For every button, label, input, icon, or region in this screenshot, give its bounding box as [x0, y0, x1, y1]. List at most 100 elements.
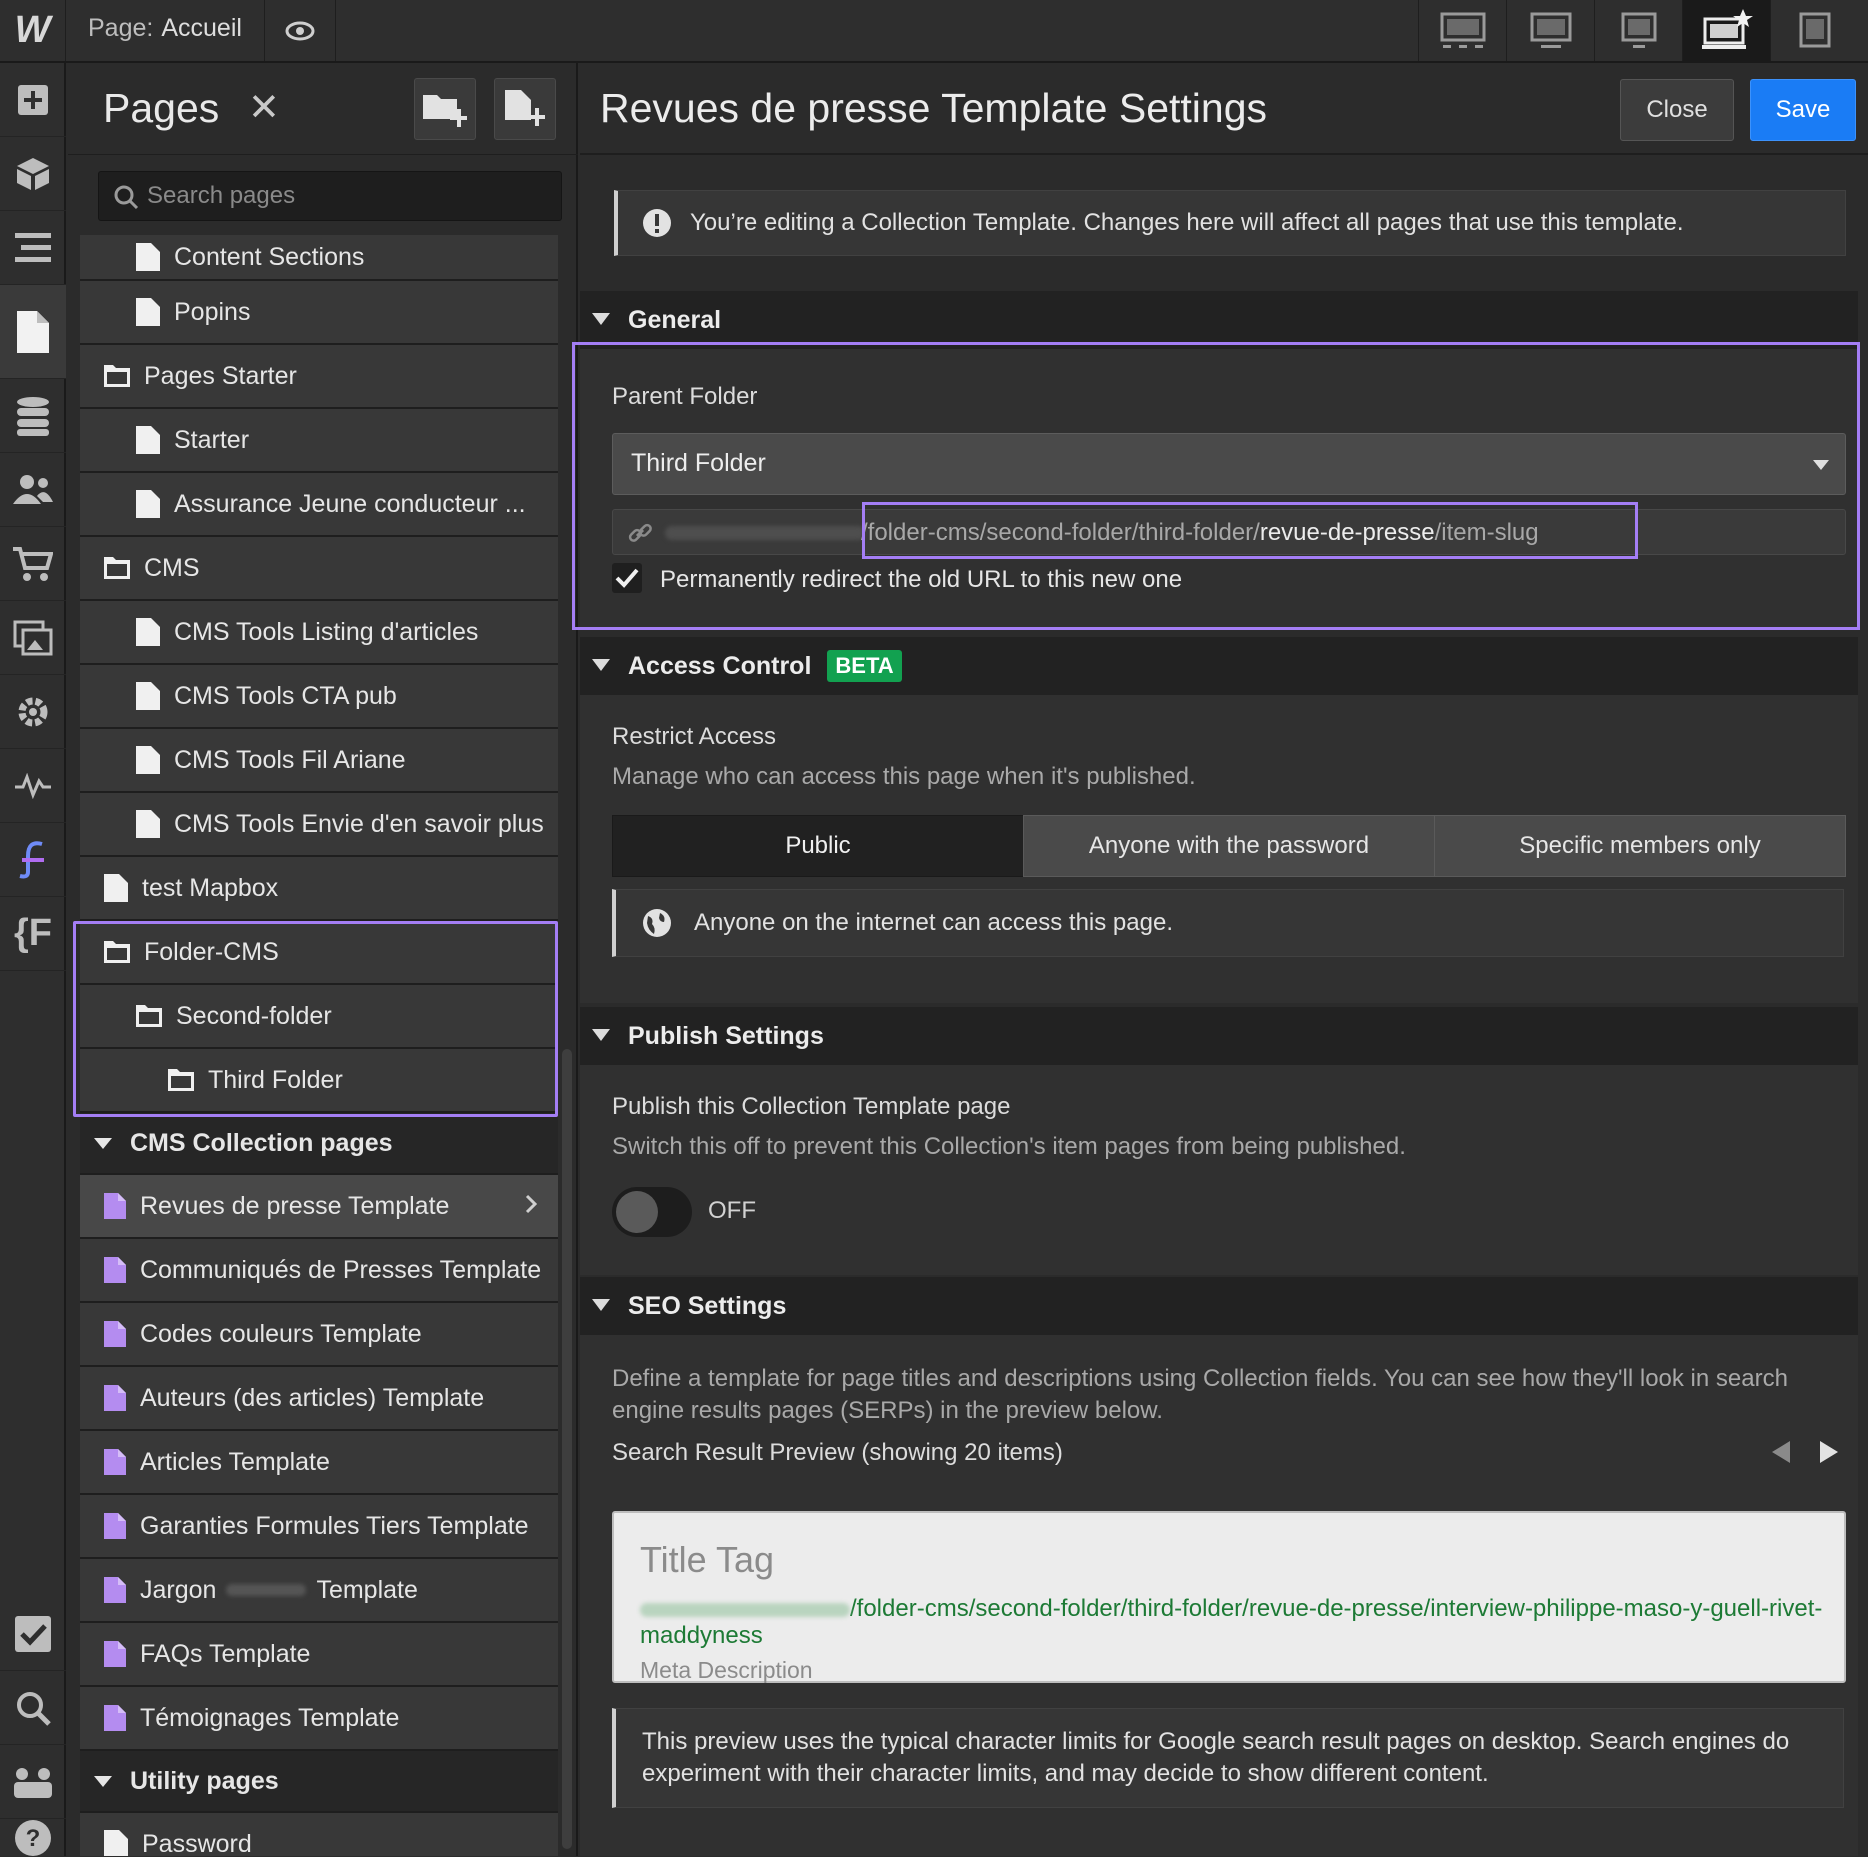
desktop-icon[interactable]: [1418, 0, 1506, 61]
globe-icon: [643, 909, 671, 937]
collection-page-icon: [104, 1513, 126, 1539]
collection-page-icon: [104, 1385, 126, 1411]
page-item-cms-tools-listing-d-articles[interactable]: CMS Tools Listing d'articles: [80, 601, 558, 665]
cms-template-item-revues-de-presse-template[interactable]: Revues de presse Template: [80, 1175, 558, 1239]
pages-icon[interactable]: [0, 285, 66, 379]
search-pages-field[interactable]: [98, 171, 562, 221]
activity-icon[interactable]: [0, 749, 66, 823]
preview-next-arrow-icon[interactable]: [1820, 1441, 1838, 1463]
cms-template-label: Auteurs (des articles) Template: [140, 1383, 485, 1412]
page-url-field[interactable]: /folder-cms/second-folder/third-folder/r…: [612, 509, 1846, 555]
current-page-indicator[interactable]: Page: Accueil: [88, 14, 242, 43]
url-path: /folder-cms/second-folder/third-folder/: [861, 519, 1260, 546]
page-item-cms-tools-cta-pub[interactable]: CMS Tools CTA pub: [80, 665, 558, 729]
publish-settings-section: Publish this Collection Template page Sw…: [580, 1065, 1858, 1275]
search-icon[interactable]: [0, 1671, 66, 1745]
utility-pages-section[interactable]: Utility pages: [80, 1751, 558, 1813]
pages-scrollbar[interactable]: [560, 235, 574, 1856]
utility-page-item-password[interactable]: Password: [80, 1813, 558, 1856]
cms-template-item-communiques-de-presses-template[interactable]: Communiqués de Presses Template: [80, 1239, 558, 1303]
access-info-box: Anyone on the internet can access this p…: [612, 889, 1844, 957]
page-item-label: Second-folder: [176, 1001, 332, 1030]
access-option-members[interactable]: Specific members only: [1434, 815, 1846, 877]
tablet-landscape-icon[interactable]: [1506, 0, 1594, 61]
cms-template-label: Garanties Formules Tiers Template: [140, 1511, 529, 1540]
folder-item-pages-starter[interactable]: Pages Starter: [80, 345, 558, 409]
chevron-right-icon[interactable]: [524, 1193, 538, 1222]
publish-settings-section-header[interactable]: Publish Settings: [580, 1007, 1858, 1065]
page-icon: [136, 243, 160, 271]
page-icon: [104, 1830, 128, 1856]
redirect-checkbox[interactable]: [612, 563, 642, 593]
page-item-cms-tools-envie-d-en-savoir-plus[interactable]: CMS Tools Envie d'en savoir plus: [80, 793, 558, 857]
page-item-label: Content Sections: [174, 242, 365, 271]
finsweet-icon[interactable]: [0, 823, 66, 897]
variables-icon[interactable]: {F: [0, 897, 66, 971]
close-icon[interactable]: ✕: [248, 85, 280, 130]
settings-icon[interactable]: [0, 675, 66, 749]
page-item-content-sections[interactable]: Content Sections: [80, 235, 558, 281]
parent-folder-select[interactable]: Third Folder: [612, 433, 1846, 495]
folder-item-cms[interactable]: CMS: [80, 537, 558, 601]
restrict-access-description: Manage who can access this page when it'…: [612, 763, 1196, 790]
base-desktop-icon[interactable]: [1682, 0, 1770, 61]
cms-template-label: Témoignages Template: [140, 1703, 400, 1732]
new-page-button[interactable]: [494, 78, 556, 140]
access-option-password[interactable]: Anyone with the password: [1023, 815, 1435, 877]
search-pages-input[interactable]: [147, 172, 547, 220]
cms-template-item-garanties-formules-tiers-template[interactable]: Garanties Formules Tiers Template: [80, 1495, 558, 1559]
cms-collection-pages-section[interactable]: CMS Collection pages: [80, 1113, 558, 1175]
folder-item-folder-cms[interactable]: Folder-CMS: [80, 921, 558, 985]
close-button[interactable]: Close: [1620, 79, 1734, 141]
cms-template-item-articles-template[interactable]: Articles Template: [80, 1431, 558, 1495]
tablet-icon[interactable]: [1594, 0, 1682, 61]
collection-page-icon: [104, 1321, 126, 1347]
page-item-starter[interactable]: Starter: [80, 409, 558, 473]
access-control-section: Restrict Access Manage who can access th…: [580, 695, 1858, 1003]
cms-template-item-temoignages-template[interactable]: Témoignages Template: [80, 1687, 558, 1751]
scrollbar-thumb[interactable]: [562, 1049, 572, 1849]
add-icon[interactable]: [0, 63, 66, 137]
new-folder-button[interactable]: [414, 78, 476, 140]
access-control-section-header[interactable]: Access Control BETA: [580, 637, 1858, 695]
cms-icon[interactable]: [0, 379, 66, 453]
folder-icon: [104, 941, 130, 963]
mobile-icon[interactable]: [1770, 0, 1858, 61]
webflow-logo[interactable]: W: [0, 0, 66, 61]
page-icon: [136, 682, 160, 710]
cms-template-item-codes-couleurs-template[interactable]: Codes couleurs Template: [80, 1303, 558, 1367]
save-button[interactable]: Save: [1750, 79, 1856, 141]
assets-icon[interactable]: [0, 601, 66, 675]
preview-prev-arrow-icon[interactable]: [1772, 1441, 1790, 1463]
pages-list: Content Sections Popins Pages Starter Start…: [80, 235, 558, 1856]
collaborators-icon[interactable]: [0, 1745, 66, 1819]
folder-item-third-folder[interactable]: Third Folder: [80, 1049, 558, 1113]
page-item-test-mapbox[interactable]: test Mapbox: [80, 857, 558, 921]
help-icon[interactable]: ?: [0, 1819, 66, 1856]
navigator-icon[interactable]: [0, 211, 66, 285]
toggle-knob: [616, 1191, 658, 1233]
access-option-public[interactable]: Public: [612, 815, 1024, 877]
users-icon[interactable]: [0, 453, 66, 527]
page-item-popins[interactable]: Popins: [80, 281, 558, 345]
folder-item-second-folder[interactable]: Second-folder: [80, 985, 558, 1049]
page-item-label: CMS Tools Envie d'en savoir plus: [174, 809, 544, 838]
preview-eye-icon[interactable]: [264, 0, 336, 61]
page-icon: [136, 490, 160, 518]
page-item-label: CMS Tools Fil Ariane: [174, 745, 406, 774]
page-item-assurance-jeune-conducteur[interactable]: Assurance Jeune conducteur ...: [80, 473, 558, 537]
cms-template-item-jargon[interactable]: Jargon Template: [80, 1559, 558, 1623]
seo-settings-section-header[interactable]: SEO Settings: [580, 1277, 1858, 1335]
cms-template-item-faqs-template[interactable]: FAQs Template: [80, 1623, 558, 1687]
cube-icon[interactable]: [0, 137, 66, 211]
publish-toggle[interactable]: [612, 1187, 692, 1237]
page-item-label: CMS: [144, 553, 200, 582]
page-item-label: Starter: [174, 425, 250, 454]
seo-description: Define a template for page titles and de…: [612, 1365, 1788, 1424]
cms-template-item-auteurs-des-articles-template[interactable]: Auteurs (des articles) Template: [80, 1367, 558, 1431]
tasks-icon[interactable]: [0, 1597, 66, 1671]
ecommerce-icon[interactable]: [0, 527, 66, 601]
general-section-header[interactable]: General: [580, 291, 1858, 349]
page-item-cms-tools-fil-ariane[interactable]: CMS Tools Fil Ariane: [80, 729, 558, 793]
section-title: General: [628, 305, 722, 334]
